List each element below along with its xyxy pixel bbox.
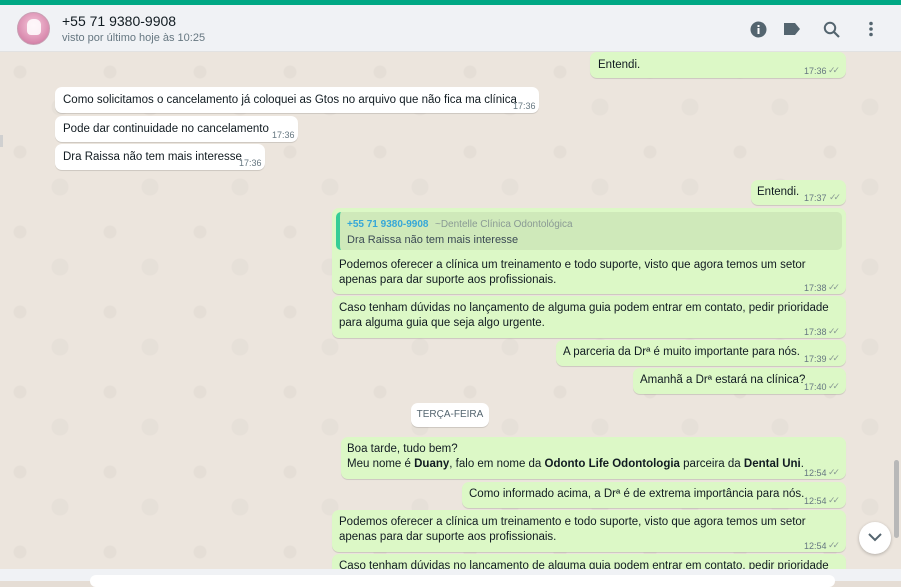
message-text: Amanhã a Drª estará na clínica? xyxy=(640,374,806,386)
message-text: Podemos oferecer a clínica um treinament… xyxy=(339,516,806,543)
more-options-icon[interactable] xyxy=(860,18,882,40)
message-bubble-outgoing[interactable]: Amanhã a Drª estará na clínica? 17:40 ✓✓ xyxy=(633,368,846,394)
avatar-brand-mark xyxy=(21,24,47,34)
message-time: 17:36 xyxy=(804,66,827,76)
bold-partner: Dental Uni xyxy=(743,458,801,470)
message-time: 12:54 xyxy=(804,468,827,478)
message-time: 17:36 xyxy=(513,101,536,111)
message-bubble-incoming[interactable]: Pode dar continuidade no cancelamento 17… xyxy=(55,116,298,142)
read-ticks-icon: ✓✓ xyxy=(828,282,840,292)
read-ticks-icon: ✓✓ xyxy=(828,495,840,505)
label-icon[interactable] xyxy=(781,18,803,40)
chat-header: +55 71 9380-9908 visto por último hoje à… xyxy=(0,5,901,52)
chevron-down-icon xyxy=(868,529,882,547)
chat-scrollbar[interactable] xyxy=(894,460,899,538)
quoted-text: Dra Raissa não tem mais interesse xyxy=(347,234,519,246)
message-bubble-outgoing[interactable]: Podemos oferecer a clínica um treinament… xyxy=(332,510,846,552)
read-ticks-icon: ✓✓ xyxy=(828,353,840,363)
read-ticks-icon: ✓✓ xyxy=(828,65,840,75)
quoted-author: +55 71 9380-9908 xyxy=(347,219,429,230)
quoted-message[interactable]: +55 71 9380-9908 ~Dentelle Clínica Odont… xyxy=(336,212,842,250)
message-text: A parceria da Drª é muito importante par… xyxy=(563,346,800,358)
message-text-line2: Meu nome é Duany, falo em nome da Odonto… xyxy=(347,458,804,470)
message-bubble-outgoing[interactable]: Entendi. 17:37 ✓✓ xyxy=(751,180,846,205)
message-bubble-outgoing[interactable]: Caso tenham dúvidas no lançamento de alg… xyxy=(332,296,846,338)
composer-bar xyxy=(0,569,901,587)
quoted-pushname: ~Dentelle Clínica Odontológica xyxy=(435,219,573,230)
read-ticks-icon: ✓✓ xyxy=(828,540,840,550)
contact-name[interactable]: +55 71 9380-9908 xyxy=(62,13,176,29)
message-time: 17:38 xyxy=(804,283,827,293)
message-bubble-outgoing-reply[interactable]: +55 71 9380-9908 ~Dentelle Clínica Odont… xyxy=(332,208,846,294)
read-ticks-icon: ✓✓ xyxy=(829,192,841,202)
message-list[interactable]: Entendi. 17:36 ✓✓ Como solicitamos o can… xyxy=(0,52,901,569)
bold-name: Duany xyxy=(414,458,450,470)
message-input[interactable] xyxy=(90,575,835,587)
contact-last-seen: visto por último hoje às 10:25 xyxy=(62,32,206,44)
bold-company: Odonto Life Odontologia xyxy=(544,458,680,470)
search-icon[interactable] xyxy=(820,18,842,40)
message-text: Caso tenham dúvidas no lançamento de alg… xyxy=(339,302,829,329)
message-time: 17:39 xyxy=(804,354,827,364)
avatar[interactable] xyxy=(17,12,50,45)
message-text: Entendi. xyxy=(598,59,641,71)
message-time: 17:36 xyxy=(239,158,262,168)
message-text: Entendi. xyxy=(757,186,800,198)
day-separator: TERÇA-FEIRA xyxy=(411,403,489,427)
message-time: 17:40 xyxy=(804,382,827,392)
message-text: Pode dar continuidade no cancelamento xyxy=(63,123,269,135)
message-time: 17:36 xyxy=(272,130,295,140)
read-ticks-icon: ✓✓ xyxy=(828,467,840,477)
message-bubble-outgoing[interactable]: Caso tenham dúvidas no lançamento de alg… xyxy=(332,554,846,569)
message-text: Dra Raissa não tem mais interesse xyxy=(63,151,242,163)
message-time: 12:54 xyxy=(804,541,827,551)
message-bubble-incoming[interactable]: Como solicitamos o cancelamento já coloq… xyxy=(55,87,539,113)
info-icon[interactable] xyxy=(747,18,769,40)
message-text: Como informado acima, a Drª é de extrema… xyxy=(469,488,805,500)
scroll-to-bottom-button[interactable] xyxy=(859,522,891,554)
message-text-line1: Boa tarde, tudo bem? xyxy=(347,443,458,455)
message-text: Como solicitamos o cancelamento já coloq… xyxy=(63,94,517,106)
message-time: 12:54 xyxy=(804,496,827,506)
read-ticks-icon: ✓✓ xyxy=(828,326,840,336)
message-time: 17:37 xyxy=(804,193,827,203)
message-time: 17:38 xyxy=(804,327,827,337)
message-text: Caso tenham dúvidas no lançamento de alg… xyxy=(339,560,829,569)
left-panel-edge xyxy=(0,135,3,147)
message-bubble-outgoing[interactable]: A parceria da Drª é muito importante par… xyxy=(556,340,846,366)
message-bubble-outgoing[interactable]: Boa tarde, tudo bem? Meu nome é Duany, f… xyxy=(341,437,846,479)
message-bubble-incoming[interactable]: Dra Raissa não tem mais interesse 17:36 xyxy=(55,144,265,170)
message-bubble-outgoing[interactable]: Como informado acima, a Drª é de extrema… xyxy=(462,482,846,508)
message-text: Podemos oferecer a clínica um treinament… xyxy=(339,259,806,286)
read-ticks-icon: ✓✓ xyxy=(828,381,840,391)
message-bubble-outgoing[interactable]: Entendi. 17:36 ✓✓ xyxy=(590,52,846,78)
